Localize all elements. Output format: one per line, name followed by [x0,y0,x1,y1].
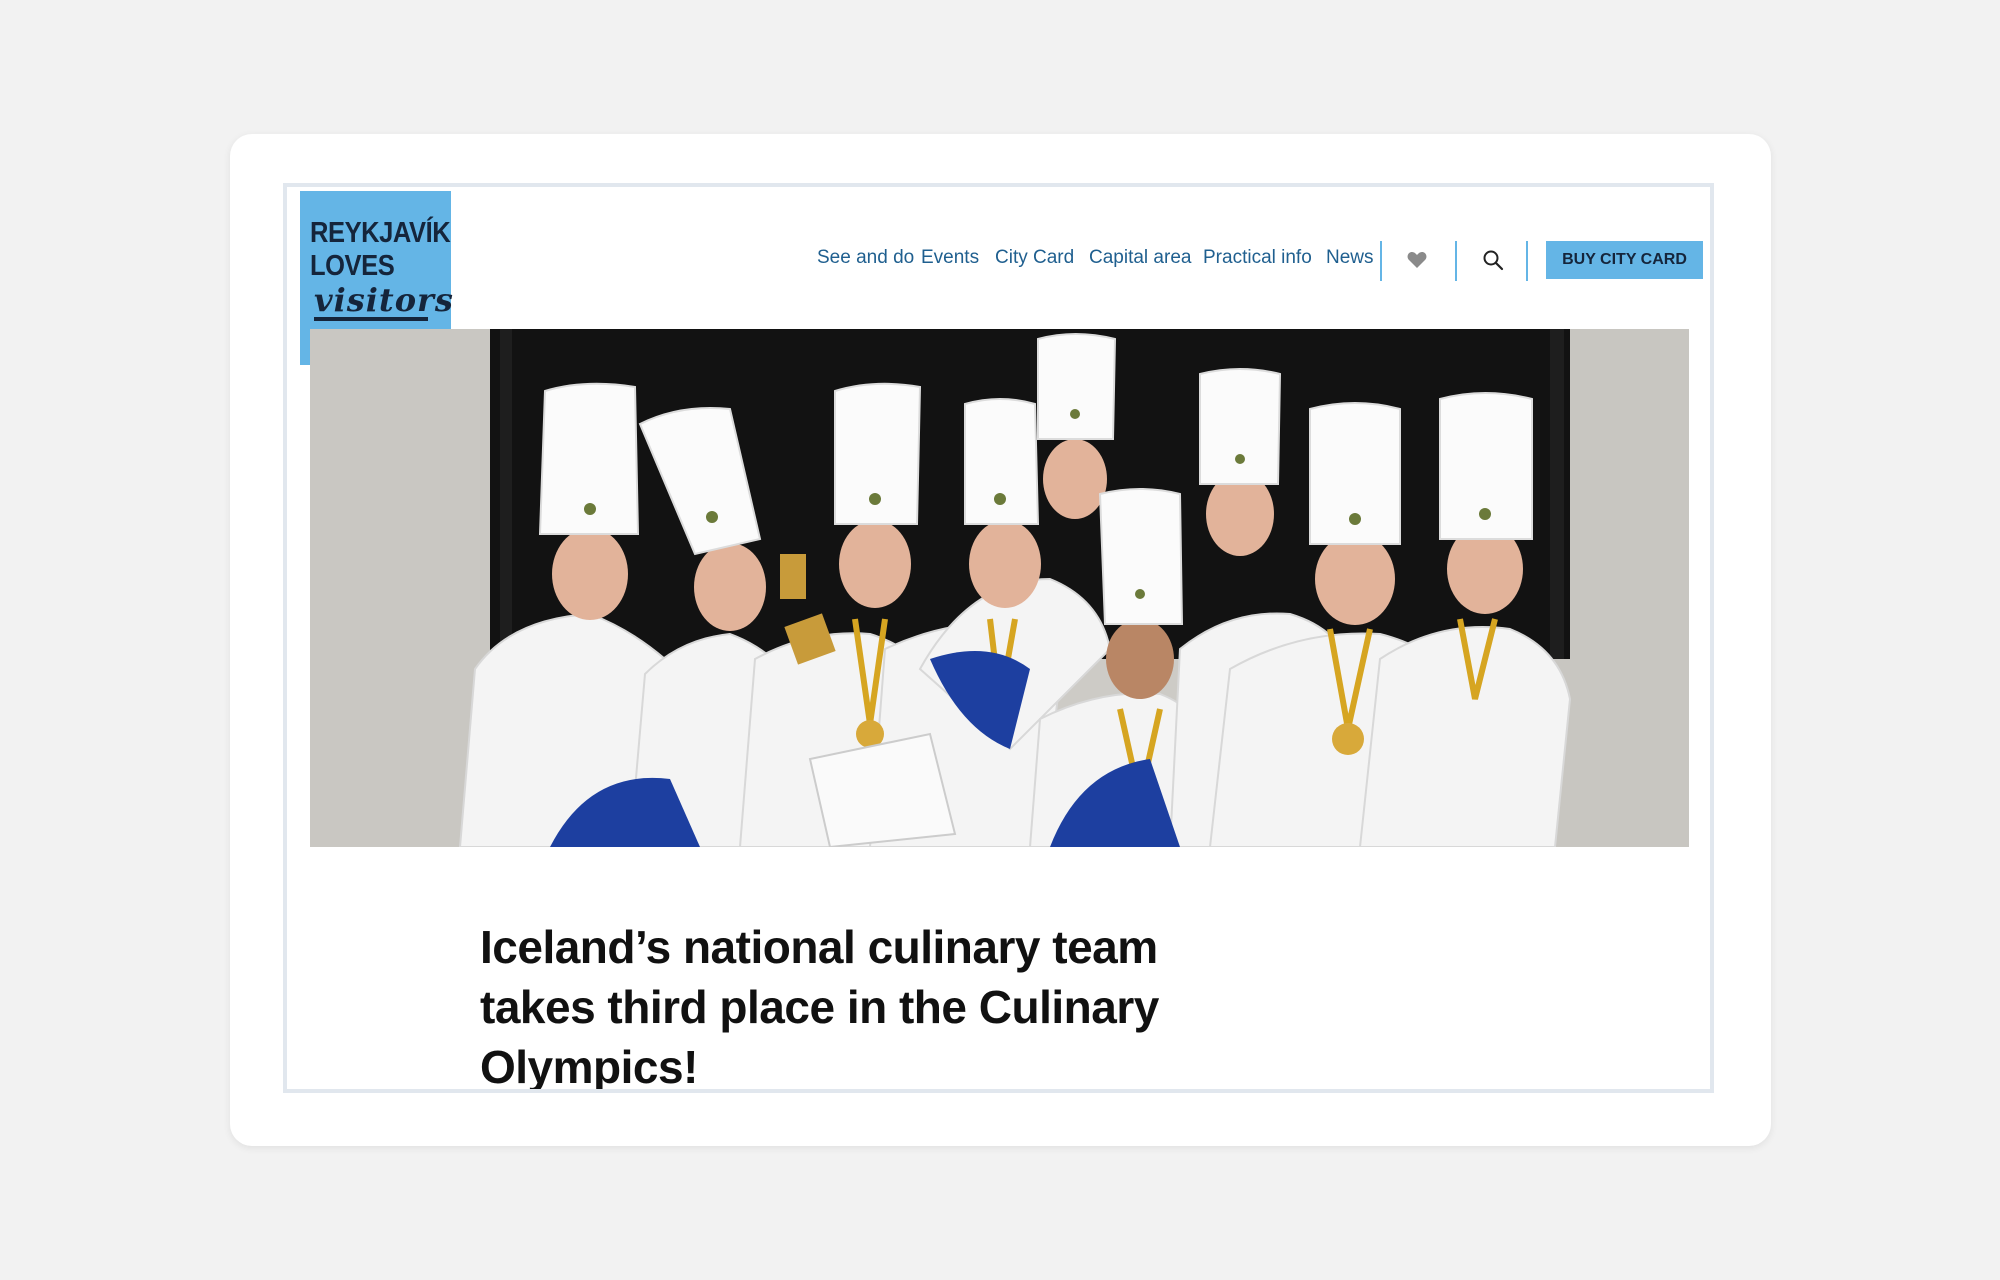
main-nav: See and do Events City Card Capital area… [287,241,1710,281]
nav-divider [1455,241,1457,281]
nav-item-see-and-do[interactable]: See and do [817,247,914,269]
nav-item-practical-info[interactable]: Practical info [1203,247,1312,269]
buy-city-card-button[interactable]: BUY CITY CARD [1546,241,1703,279]
nav-divider [1380,241,1382,281]
page-frame: REYKJAVÍK LOVES visitors See and do Even… [283,183,1714,1093]
hero-image [310,329,1689,847]
nav-item-events[interactable]: Events [921,247,979,269]
nav-item-capital-area[interactable]: Capital area [1089,247,1191,269]
logo-script-text: visitors [314,281,454,319]
search-icon[interactable] [1482,249,1504,271]
hero-photo [310,329,1689,847]
article-title: Iceland’s national culinary team takes t… [480,921,1159,1093]
nav-item-city-card[interactable]: City Card [995,247,1074,269]
nav-divider [1526,241,1528,281]
heart-icon[interactable] [1407,251,1427,269]
nav-item-news[interactable]: News [1326,247,1374,269]
